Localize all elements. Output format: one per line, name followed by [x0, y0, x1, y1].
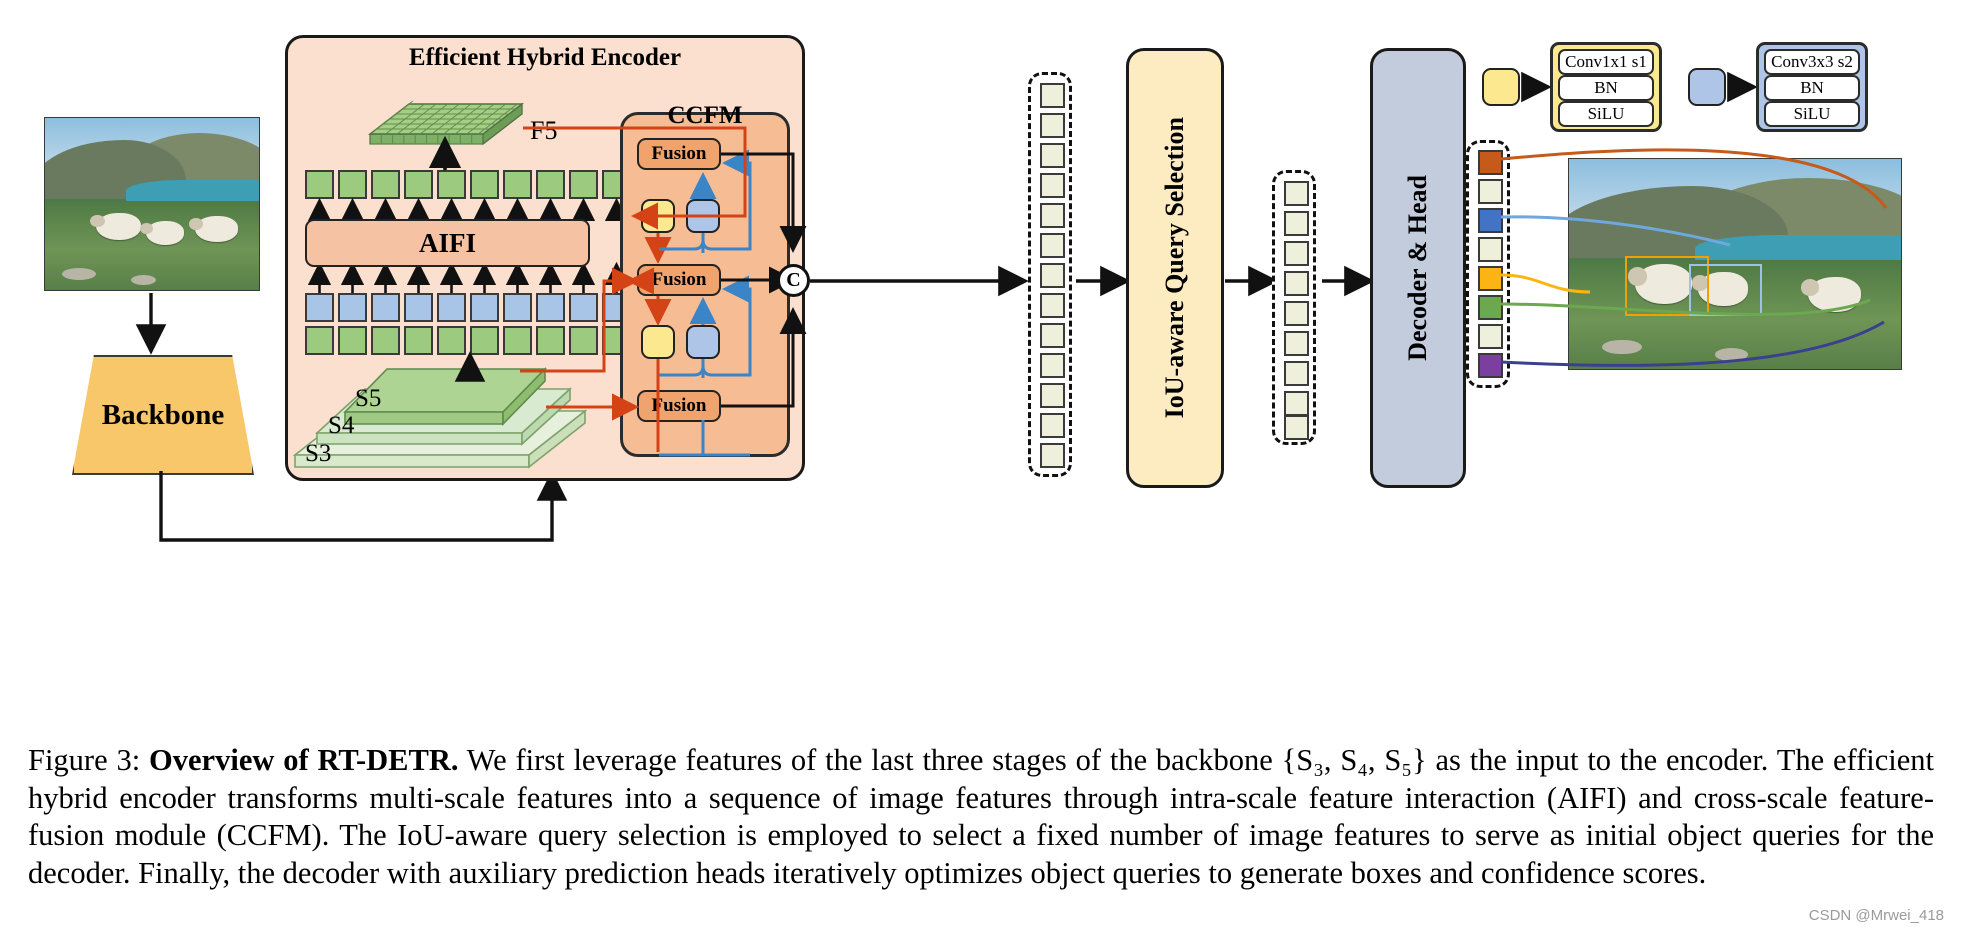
decoder-and-head-block[interactable]: Decoder & Head: [1370, 48, 1466, 488]
legend-conv1x1-row-0: Conv1x1 s1: [1558, 49, 1654, 75]
query-token-5: [1478, 295, 1503, 320]
input-image: [44, 117, 260, 291]
conv1x1-block-upper[interactable]: [641, 199, 675, 233]
conv3x3-block-lower[interactable]: [686, 325, 720, 359]
figure-label: Figure 3:: [28, 743, 141, 777]
fusion-label-middle: Fusion: [651, 269, 707, 290]
s4-label: S4: [328, 412, 355, 439]
legend-conv1x1-row-1: BN: [1558, 75, 1654, 101]
output-image-with-detections: [1568, 158, 1902, 370]
encoder-output-token-column: [1028, 72, 1072, 477]
legend-swatch-blue: [1688, 68, 1726, 106]
query-token-1: [1478, 179, 1503, 204]
fusion-label-bottom: Fusion: [651, 395, 707, 416]
query-token-3: [1478, 237, 1503, 262]
query-token-6: [1478, 324, 1503, 349]
query-token-2: [1478, 208, 1503, 233]
ccfm-title: CCFM: [667, 102, 743, 129]
legend-conv3x3-row-2: SiLU: [1764, 101, 1860, 127]
encoder-title: Efficient Hybrid Encoder: [408, 44, 682, 71]
conv1x1-block-lower[interactable]: [641, 325, 675, 359]
watermark: CSDN @Mrwei_418: [1808, 907, 1944, 924]
legend-box-conv1x1: Conv1x1 s1 BN SiLU: [1550, 42, 1662, 132]
figure-3-rt-detr-overview: Backbone Efficient Hybrid Encoder F5 AIF…: [0, 0, 1966, 932]
query-token-4: [1478, 266, 1503, 291]
legend-conv3x3-row-1: BN: [1764, 75, 1860, 101]
aifi-block[interactable]: AIFI: [305, 219, 590, 267]
concat-node: C: [777, 264, 810, 297]
legend-box-conv3x3: Conv3x3 s2 BN SiLU: [1756, 42, 1868, 132]
query-token-0: [1478, 150, 1503, 175]
iou-aware-query-selection-block[interactable]: IoU-aware Query Selection: [1126, 48, 1224, 488]
s3-label: S3: [305, 440, 332, 467]
fusion-block-middle[interactable]: Fusion: [637, 264, 721, 296]
legend-conv3x3-row-0: Conv3x3 s2: [1764, 49, 1860, 75]
aifi-label: AIFI: [418, 227, 476, 258]
decoder-and-head-label: Decoder & Head: [1403, 175, 1432, 361]
query-token-7: [1478, 353, 1503, 378]
detection-box-blue: [1688, 264, 1763, 317]
iou-aware-query-selection-label: IoU-aware Query Selection: [1160, 117, 1189, 419]
fusion-block-top[interactable]: Fusion: [637, 138, 721, 170]
legend-conv1x1-row-2: SiLU: [1558, 101, 1654, 127]
fusion-label-top: Fusion: [651, 143, 707, 164]
concat-symbol: C: [786, 269, 801, 291]
output-query-token-column: [1466, 140, 1510, 388]
backbone-block[interactable]: Backbone: [72, 355, 254, 475]
f5-feature-map: [367, 86, 550, 146]
f5-label: F5: [530, 116, 558, 145]
selected-query-token-column: [1272, 170, 1316, 445]
figure-title: Overview of RT-DETR.: [149, 743, 459, 777]
legend-swatch-yellow: [1482, 68, 1520, 106]
fusion-block-bottom[interactable]: Fusion: [637, 390, 721, 422]
figure-caption: Figure 3: Overview of RT-DETR. We first …: [28, 742, 1934, 892]
backbone-label: Backbone: [101, 398, 225, 431]
s5-label: S5: [355, 385, 382, 412]
conv3x3-block-upper[interactable]: [686, 199, 720, 233]
